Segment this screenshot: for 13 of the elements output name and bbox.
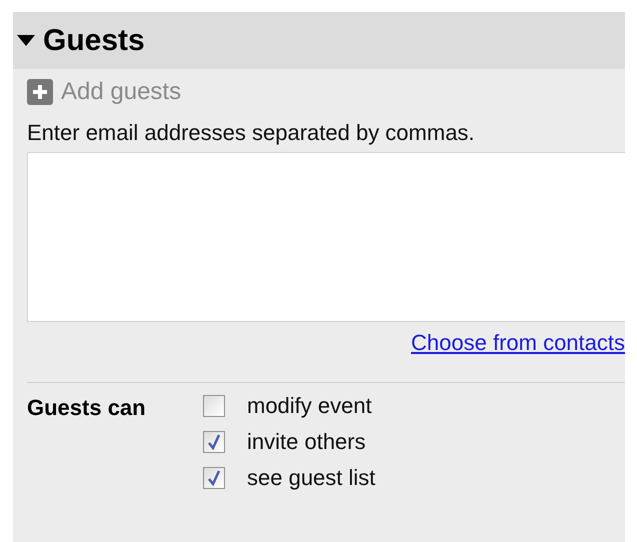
- email-label: Enter email addresses separated by commas.: [27, 120, 476, 146]
- option-label: invite others: [247, 429, 366, 455]
- option-label: modify event: [247, 393, 372, 419]
- plus-icon: [27, 79, 53, 105]
- guests-can-label: Guests can: [27, 394, 147, 422]
- section-header[interactable]: Guests: [13, 12, 625, 69]
- checkbox[interactable]: [203, 431, 225, 453]
- checkbox[interactable]: [203, 395, 225, 417]
- option-label: see guest list: [247, 465, 376, 491]
- caret-icon: [17, 34, 35, 46]
- checkbox[interactable]: [203, 467, 225, 489]
- choose-contacts-link[interactable]: Choose from contacts: [411, 330, 625, 356]
- email-field[interactable]: [27, 152, 625, 322]
